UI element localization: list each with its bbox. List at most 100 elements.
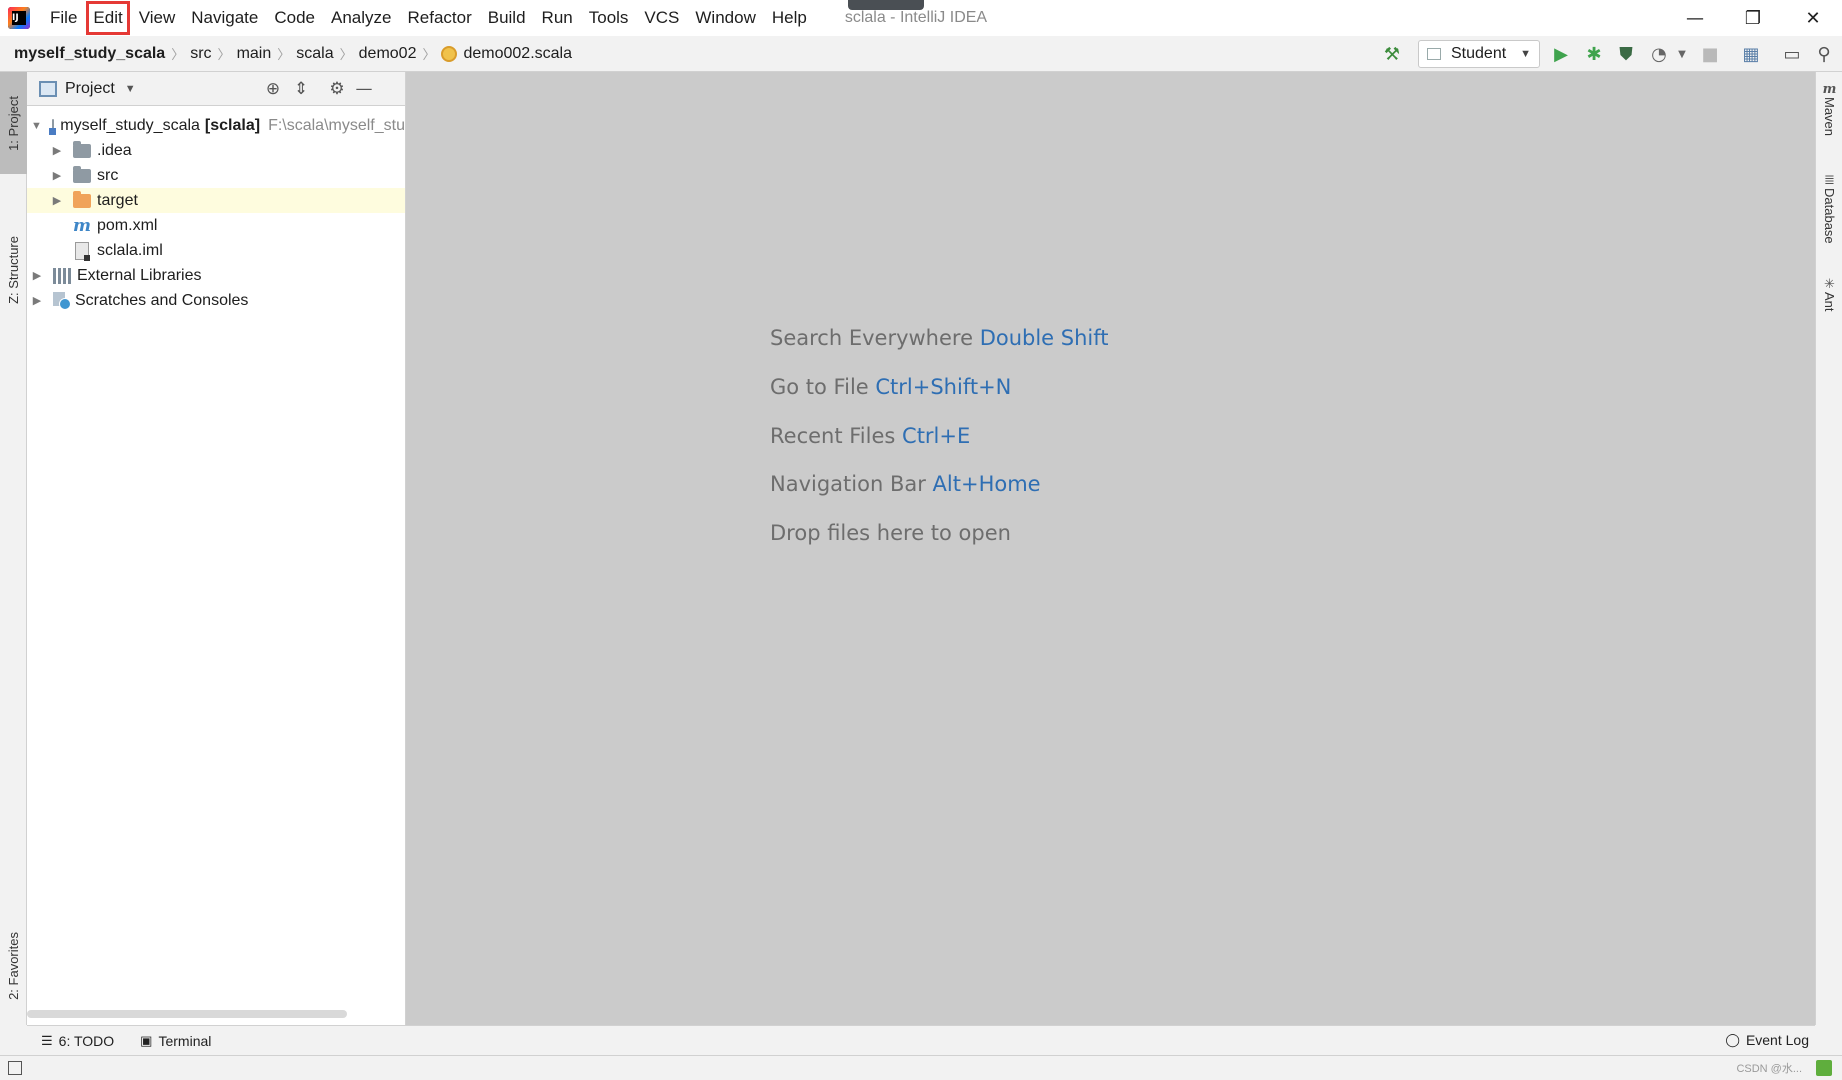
tab-terminal[interactable]: ▣ Terminal xyxy=(140,1033,211,1049)
hint-text: Recent Files xyxy=(770,424,896,448)
node-idea-label: .idea xyxy=(97,141,132,159)
tab-database-label: Database xyxy=(1822,188,1837,244)
collapsed-arrow-icon[interactable]: ▶ xyxy=(31,294,43,307)
terminal-window-icon[interactable]: ▭ xyxy=(1780,42,1804,66)
menu-tools[interactable]: Tools xyxy=(581,0,637,36)
tree-node-pom[interactable]: m pom.xml xyxy=(27,213,405,238)
tab-event-log[interactable]: ◯ Event Log xyxy=(1725,1032,1809,1048)
toggle-tool-windows-icon[interactable] xyxy=(8,1061,22,1075)
node-iml-label: sclala.iml xyxy=(97,241,163,259)
project-structure-icon[interactable]: ▦ xyxy=(1739,42,1763,66)
collapsed-arrow-icon[interactable]: ▶ xyxy=(51,194,63,207)
collapsed-arrow-icon[interactable]: ▶ xyxy=(51,144,63,157)
library-icon xyxy=(53,267,71,284)
menu-analyze[interactable]: Analyze xyxy=(323,0,399,36)
tab-structure[interactable]: Z: Structure xyxy=(0,184,27,356)
debug-icon[interactable]: ✱ xyxy=(1582,42,1606,66)
menu-bar: File Edit View Navigate Code Analyze Ref… xyxy=(0,0,1842,36)
hide-panel-icon[interactable]: — xyxy=(352,77,376,101)
hint-shortcut: Alt+Home xyxy=(932,472,1041,496)
terminal-icon: ▣ xyxy=(140,1032,153,1048)
breadcrumb-main[interactable]: main xyxy=(237,45,272,63)
breadcrumb-file[interactable]: demo002.scala xyxy=(463,45,572,63)
tree-node-external-libraries[interactable]: ▶ External Libraries xyxy=(27,263,405,288)
status-indicator-icon[interactable] xyxy=(1816,1060,1832,1076)
node-target-label: target xyxy=(97,191,138,209)
project-view-icon xyxy=(39,80,57,97)
search-icon[interactable]: ⚲ xyxy=(1812,42,1836,66)
tree-node-iml[interactable]: sclala.iml xyxy=(27,238,405,263)
menu-file[interactable]: File xyxy=(42,0,85,36)
breadcrumb-demo02[interactable]: demo02 xyxy=(359,45,417,63)
folder-icon xyxy=(73,140,91,158)
intellij-logo-icon xyxy=(8,7,30,29)
collapsed-arrow-icon[interactable]: ▶ xyxy=(51,169,63,182)
locate-file-icon[interactable]: ⊕ xyxy=(261,77,285,101)
database-icon: ≣ xyxy=(1824,172,1835,187)
menu-window[interactable]: Window xyxy=(687,0,763,36)
coverage-icon[interactable]: ⛊ xyxy=(1614,42,1638,66)
editor-empty-area[interactable]: Search Everywhere Double Shift Go to Fil… xyxy=(406,72,1815,1025)
chevron-right-icon: 〉 xyxy=(171,48,185,63)
tab-project[interactable]: 1: Project xyxy=(0,72,27,174)
hint-text: Drop files here to open xyxy=(770,521,1011,545)
chevron-down-icon[interactable]: ▼ xyxy=(1670,42,1694,66)
iml-file-icon xyxy=(75,241,90,261)
hint-text: Search Everywhere xyxy=(770,326,973,350)
hint-shortcut: Ctrl+Shift+N xyxy=(875,375,1012,399)
collapsed-arrow-icon[interactable]: ▶ xyxy=(31,269,43,282)
project-panel-header: Project ▼ ⊕ ⇕ ⚙ — xyxy=(27,72,405,106)
close-button[interactable]: ✕ xyxy=(1784,0,1842,36)
gear-icon[interactable]: ⚙ xyxy=(325,77,349,101)
menu-run[interactable]: Run xyxy=(534,0,581,36)
hammer-icon[interactable]: ⚒ xyxy=(1380,42,1404,66)
menu-help[interactable]: Help xyxy=(764,0,815,36)
menu-view[interactable]: View xyxy=(131,0,184,36)
module-folder-icon xyxy=(48,118,58,135)
minimize-button[interactable]: — xyxy=(1666,0,1724,36)
tab-todo-label: 6: TODO xyxy=(58,1032,115,1049)
node-scratches-label: Scratches and Consoles xyxy=(75,291,249,309)
expanded-arrow-icon[interactable]: ▼ xyxy=(31,120,42,132)
breadcrumb-scala[interactable]: scala xyxy=(296,45,333,63)
project-view-selector[interactable]: Project ▼ xyxy=(65,80,136,98)
tree-node-target[interactable]: ▶ target xyxy=(27,188,405,213)
ant-icon: ✳ xyxy=(1824,276,1835,291)
tree-node-idea[interactable]: ▶ .idea xyxy=(27,138,405,163)
collapse-all-icon[interactable]: ⇕ xyxy=(289,77,313,101)
tab-favorites[interactable]: 2: Favorites xyxy=(0,910,27,1022)
stop-icon[interactable]: ■ xyxy=(1698,42,1722,66)
menu-build[interactable]: Build xyxy=(480,0,534,36)
menu-code[interactable]: Code xyxy=(266,0,323,36)
event-log-icon: ◯ xyxy=(1725,1032,1740,1047)
tree-node-src[interactable]: ▶ src xyxy=(27,163,405,188)
tree-node-scratches[interactable]: ▶ Scratches and Consoles xyxy=(27,288,405,313)
hint-go-to-file: Go to File Ctrl+Shift+N xyxy=(770,375,1011,399)
status-bar: CSDN @水... xyxy=(0,1055,1842,1080)
hint-navigation-bar: Navigation Bar Alt+Home xyxy=(770,472,1041,496)
profile-icon[interactable]: ◔ xyxy=(1647,42,1671,66)
menu-refactor[interactable]: Refactor xyxy=(399,0,479,36)
chevron-down-icon: ▼ xyxy=(1520,48,1532,60)
chevron-right-icon: 〉 xyxy=(277,48,291,63)
root-module: [sclala] xyxy=(204,116,261,134)
tab-ant[interactable]: ✳ Ant xyxy=(1816,276,1842,312)
tab-todo[interactable]: ☰ 6: TODO xyxy=(41,1033,114,1049)
breadcrumb-project[interactable]: myself_study_scala xyxy=(14,45,165,63)
menu-vcs[interactable]: VCS xyxy=(636,0,687,36)
breadcrumb-src[interactable]: src xyxy=(190,45,211,63)
run-config-select[interactable]: Student ▼ xyxy=(1418,40,1540,68)
tab-maven[interactable]: m Maven xyxy=(1816,82,1842,136)
run-icon[interactable]: ▶ xyxy=(1549,42,1573,66)
list-icon: ☰ xyxy=(41,1032,53,1048)
tree-node-root[interactable]: ▼ myself_study_scala [sclala] F:\scala\m… xyxy=(27,113,405,138)
excluded-folder-icon xyxy=(73,190,91,208)
hint-drop-files: Drop files here to open xyxy=(770,521,1011,545)
menu-edit[interactable]: Edit xyxy=(85,0,130,36)
node-src-label: src xyxy=(97,166,119,184)
restore-button[interactable]: ❐ xyxy=(1724,0,1782,36)
horizontal-scrollbar[interactable] xyxy=(27,1010,347,1018)
menu-navigate[interactable]: Navigate xyxy=(183,0,266,36)
tab-database[interactable]: ≣ Database xyxy=(1816,172,1842,244)
run-config-label: Student xyxy=(1451,45,1507,62)
